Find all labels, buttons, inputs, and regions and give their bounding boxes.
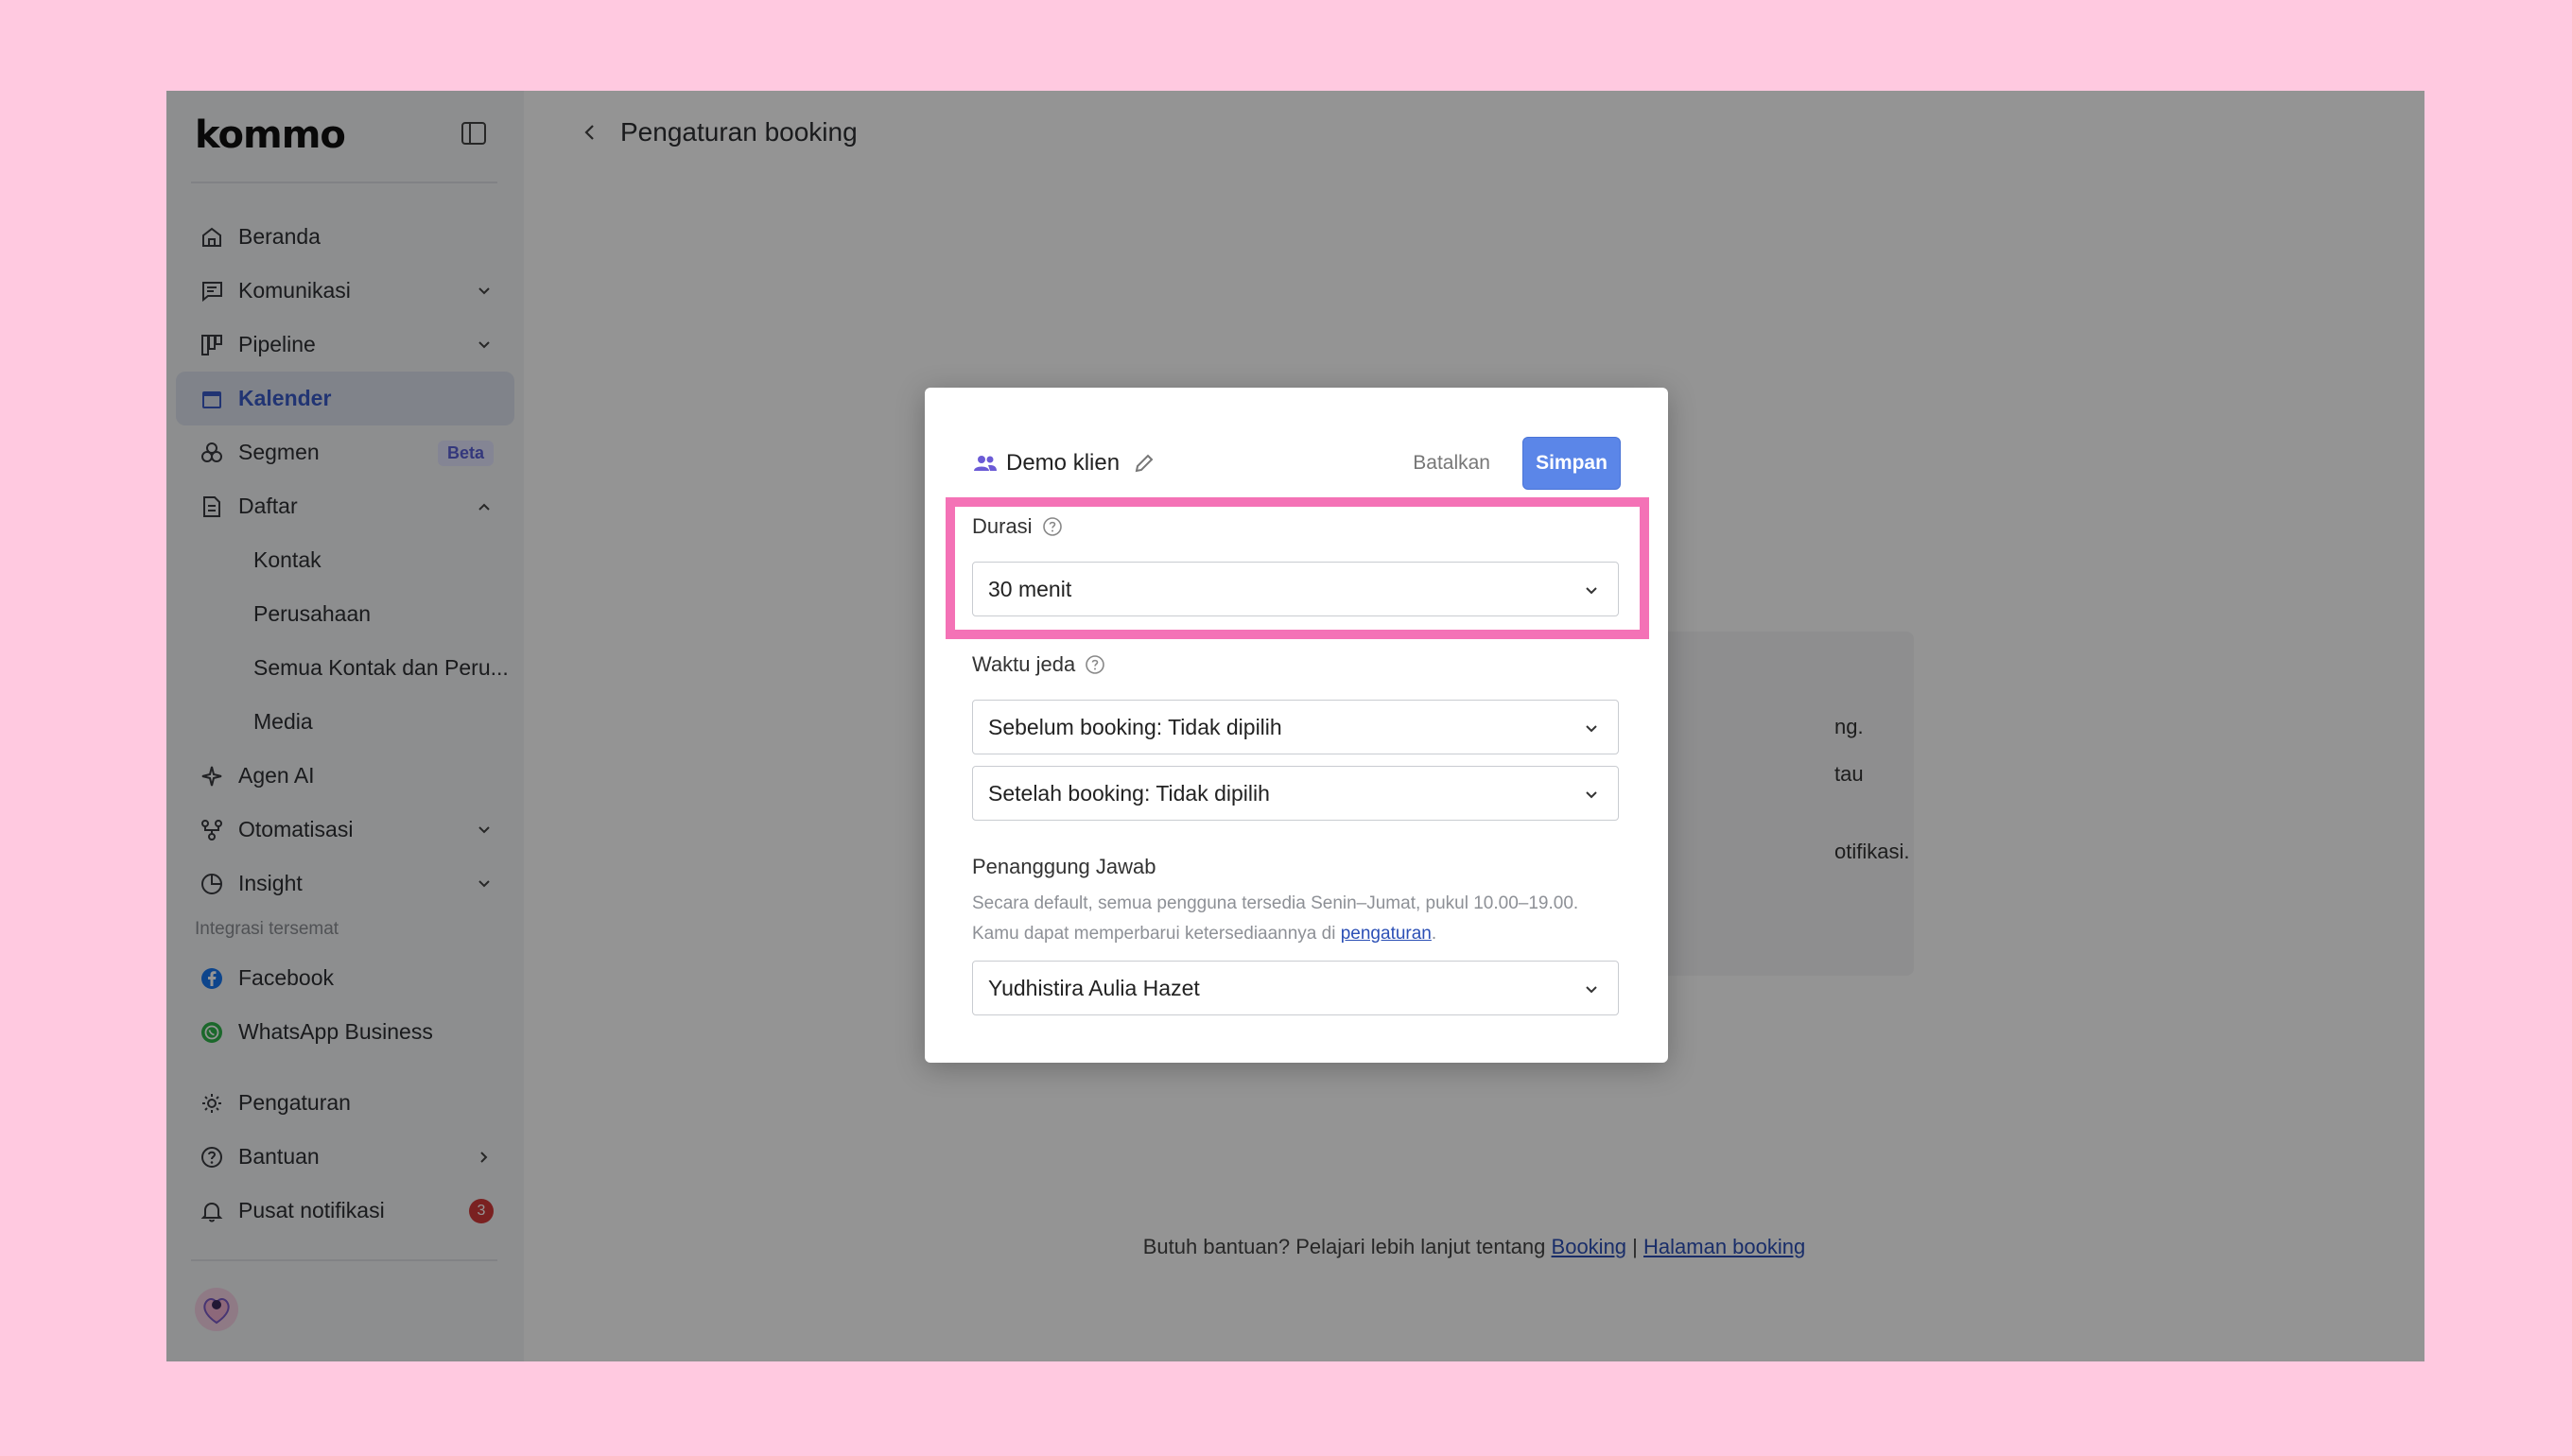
owner-desc-suffix: . [1431, 924, 1437, 944]
owner-select[interactable]: Yudhistira Aulia Hazet [972, 961, 1619, 1015]
modal-title: Demo klien [1006, 450, 1121, 476]
before-booking-value: Sebelum booking: Tidak dipilih [988, 714, 1282, 739]
duration-label: Durasi [972, 514, 1033, 538]
after-booking-value: Setelah booking: Tidak dipilih [988, 780, 1270, 806]
duration-label-row: Durasi [972, 514, 1063, 539]
break-label: Waktu jeda [972, 652, 1076, 676]
before-booking-select[interactable]: Sebelum booking: Tidak dipilih [972, 700, 1619, 754]
owner-desc-line2: Kamu dapat memperbarui ketersediaannya d… [972, 919, 1634, 949]
owner-desc-line1: Secara default, semua pengguna tersedia … [972, 893, 1579, 913]
help-circle-icon[interactable] [1042, 516, 1063, 537]
owner-value: Yudhistira Aulia Hazet [988, 975, 1200, 1000]
users-icon [972, 450, 999, 477]
duration-select[interactable]: 30 menit [972, 562, 1619, 616]
owner-label-row: Penanggung Jawab [972, 855, 1156, 879]
cancel-button[interactable]: Batalkan [1413, 437, 1490, 490]
owner-label: Penanggung Jawab [972, 855, 1156, 878]
modal-header: Demo klien Batalkan Simpan [972, 437, 1621, 490]
settings-link[interactable]: pengaturan [1341, 924, 1432, 944]
save-button[interactable]: Simpan [1522, 437, 1621, 490]
chevron-down-icon [1582, 785, 1601, 804]
chevron-down-icon [1582, 581, 1601, 599]
chevron-down-icon [1582, 719, 1601, 737]
duration-value: 30 menit [988, 576, 1072, 601]
edit-pencil-icon[interactable] [1133, 452, 1156, 475]
break-label-row: Waktu jeda [972, 652, 1105, 677]
booking-settings-modal: Demo klien Batalkan Simpan Durasi 30 men… [925, 388, 1668, 1063]
after-booking-select[interactable]: Setelah booking: Tidak dipilih [972, 766, 1619, 821]
help-circle-icon[interactable] [1085, 654, 1105, 675]
modal-title-row: Demo klien [972, 450, 1156, 477]
owner-desc-prefix: Kamu dapat memperbarui ketersediaannya d… [972, 924, 1336, 944]
chevron-down-icon [1582, 979, 1601, 998]
owner-description: Secara default, semua pengguna tersedia … [972, 889, 1634, 949]
